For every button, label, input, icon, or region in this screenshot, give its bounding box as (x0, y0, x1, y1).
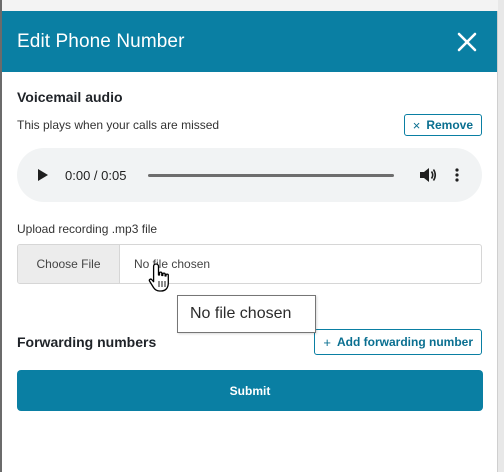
audio-player: 0:00 / 0:05 (17, 148, 482, 202)
audio-time: 0:00 / 0:05 (65, 167, 127, 183)
voicemail-title: Voicemail audio (17, 89, 123, 105)
modal-title: Edit Phone Number (17, 30, 185, 52)
add-forwarding-label: Add forwarding number (337, 335, 473, 349)
file-tooltip: No file chosen (177, 295, 316, 333)
forwarding-title: Forwarding numbers (17, 334, 157, 350)
file-input[interactable]: Choose File No file chosen (17, 244, 482, 284)
remove-label: Remove (426, 118, 473, 132)
voicemail-hint-row: This plays when your calls are missed × … (17, 114, 482, 136)
volume-icon[interactable] (419, 167, 437, 183)
submit-button[interactable]: Submit (17, 370, 483, 411)
remove-button[interactable]: × Remove (403, 114, 482, 136)
upload-label: Upload recording .mp3 file (17, 222, 158, 236)
modal-body: Voicemail audio This plays when your cal… (2, 89, 497, 284)
plus-icon: + (323, 334, 331, 350)
close-icon[interactable] (455, 30, 479, 54)
audio-seek-bar[interactable] (148, 173, 394, 177)
remove-icon: × (412, 117, 421, 133)
choose-file-button[interactable]: Choose File (18, 245, 120, 283)
more-options-icon[interactable] (455, 168, 459, 182)
hand-cursor-icon (148, 263, 169, 292)
backdrop-right (498, 0, 504, 472)
play-icon[interactable] (37, 168, 49, 182)
voicemail-hint: This plays when your calls are missed (17, 118, 220, 132)
modal-header: Edit Phone Number (2, 11, 497, 72)
add-forwarding-number-button[interactable]: + Add forwarding number (314, 329, 482, 355)
edit-phone-number-modal: Edit Phone Number Voicemail audio This p… (2, 11, 498, 472)
